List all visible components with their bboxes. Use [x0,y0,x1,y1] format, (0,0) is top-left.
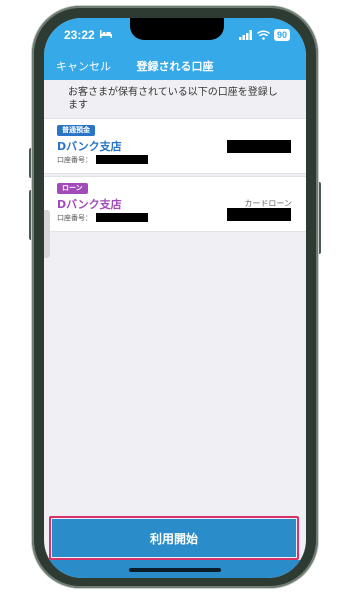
description-text: お客さまが保有されている以下の口座を登録します [68,87,278,111]
account-number-label: 口座番号： [57,156,92,164]
redacted-balance [227,208,291,221]
signal-icon [238,30,252,40]
wifi-icon [256,30,270,40]
bed-icon [100,30,112,38]
home-indicator[interactable] [129,568,221,572]
account-type-badge: 普通預金 [57,125,95,136]
branch-name: Dバンク支店 [57,198,122,211]
status-time: 23:22 [64,28,95,42]
account-card-savings: 普通預金 Dバンク支店 口座番号： [44,118,306,174]
highlight-box [49,516,299,560]
account-type-badge: ローン [57,183,88,194]
status-icons: 90 [238,29,290,41]
edge-handle [44,210,50,258]
redacted-account-number [96,213,148,222]
redacted-account-number [96,155,148,164]
notch [130,18,224,40]
account-number-label: 口座番号： [57,214,92,222]
page-title: 登録される口座 [136,60,214,73]
phone-screen: 23:22 90 キャンセル 登録される口座 お客さまが保有されている以下の口座… [44,18,306,578]
battery-icon: 90 [273,29,290,41]
redacted-balance [227,140,291,153]
account-card-loan: ローン Dバンク支店 カードローン 口座番号： [44,176,306,232]
branch-name: Dバンク支店 [57,140,122,153]
